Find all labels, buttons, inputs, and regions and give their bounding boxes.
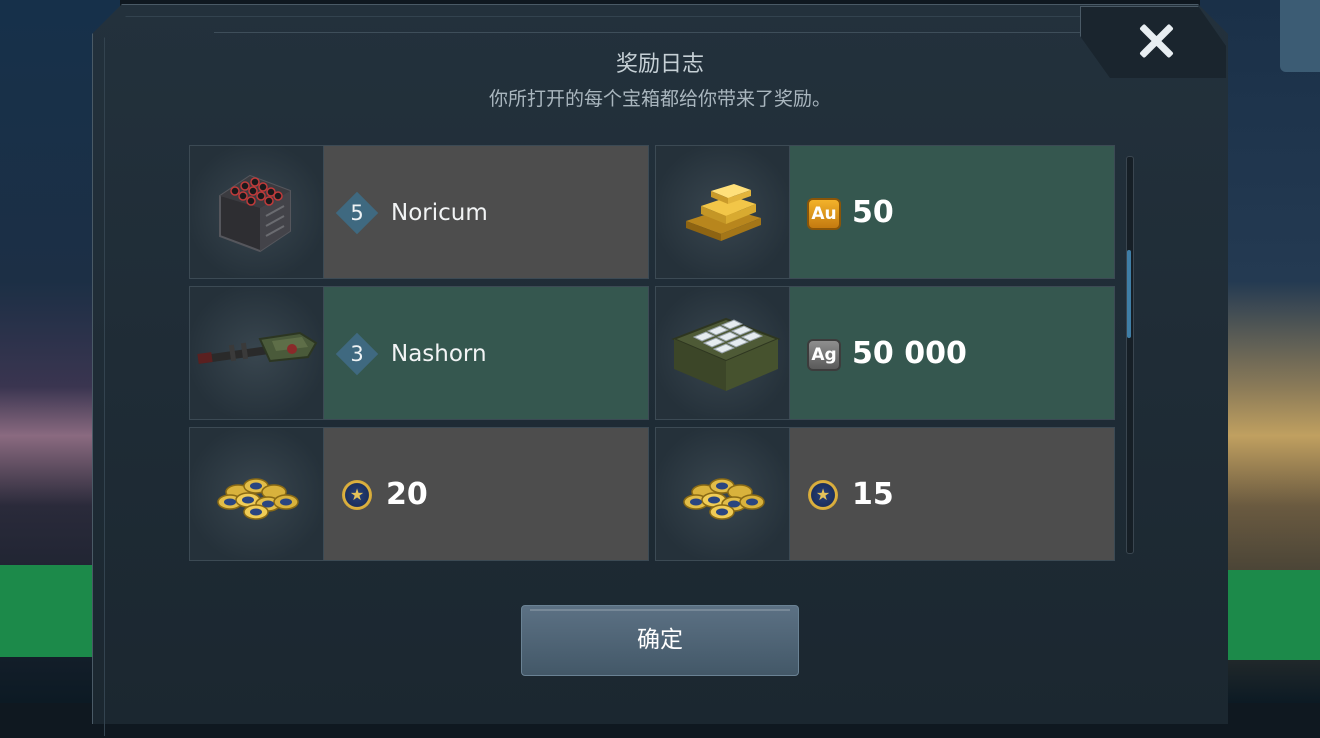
token-amount: 15 <box>852 477 894 512</box>
reward-card-silver: Ag 50 000 <box>655 286 1115 420</box>
background-right-green-panel <box>1225 570 1320 660</box>
reward-info: 3 Nashorn <box>324 287 648 419</box>
reward-info: ★ 20 <box>324 428 648 560</box>
confirm-button[interactable]: 确定 <box>521 605 799 676</box>
star-token-icon: ★ <box>808 480 838 510</box>
dialog-header-line <box>214 12 1094 33</box>
background-left-green-panel <box>0 565 100 657</box>
reward-info: ★ 15 <box>790 428 1114 560</box>
reward-info: 5 Noricum <box>324 146 648 278</box>
silver-currency-icon: Ag <box>807 339 841 371</box>
gold-currency-icon: Au <box>807 198 841 230</box>
reward-card-tokens-15: ★ 15 <box>655 427 1115 561</box>
reward-card-nashorn: 3 Nashorn <box>189 286 649 420</box>
gold-bars-icon <box>656 146 790 278</box>
level-number: 3 <box>350 342 364 366</box>
weapon-name: Noricum <box>391 200 488 226</box>
silver-amount: 50 000 <box>852 336 967 371</box>
dialog-title: 奖励日志 <box>615 52 704 77</box>
scrollbar-thumb[interactable] <box>1127 250 1131 338</box>
button-highlight <box>530 609 790 611</box>
reward-info: Ag 50 000 <box>790 287 1114 419</box>
dialog-subtitle: 你所打开的每个宝箱都给你带来了奖励。 <box>488 88 831 110</box>
level-number: 5 <box>350 201 364 225</box>
star-coins-icon <box>190 428 324 560</box>
star-token-icon: ★ <box>342 480 372 510</box>
weapon-name: Nashorn <box>391 341 487 367</box>
gold-amount: 50 <box>852 195 894 230</box>
confirm-label: 确定 <box>637 627 683 653</box>
reward-info: Au 50 <box>790 146 1114 278</box>
silver-crate-icon <box>656 287 790 419</box>
token-amount: 20 <box>386 477 428 512</box>
missile-pod-icon <box>190 146 324 278</box>
cannon-icon <box>190 287 324 419</box>
reward-list-scrollbar[interactable] <box>1126 156 1134 554</box>
star-coins-icon <box>656 428 790 560</box>
reward-card-noricum: 5 Noricum <box>189 145 649 279</box>
reward-card-gold: Au 50 <box>655 145 1115 279</box>
reward-card-tokens-20: ★ 20 <box>189 427 649 561</box>
